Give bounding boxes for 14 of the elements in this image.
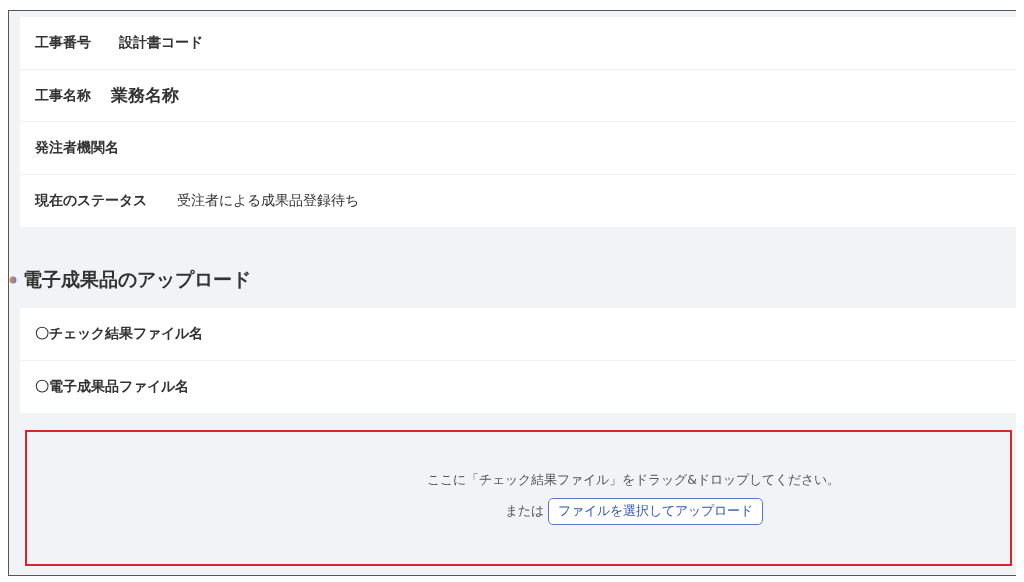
or-text: または bbox=[504, 502, 544, 520]
file-label: 〇チェック結果ファイル名 bbox=[35, 324, 203, 344]
field-value: 業務名称 bbox=[111, 83, 179, 107]
bullet-icon bbox=[9, 275, 17, 284]
section-heading: 電子成果品のアップロード bbox=[23, 267, 251, 293]
field-value: 設計書コード bbox=[119, 33, 203, 53]
file-label: 〇電子成果品ファイル名 bbox=[35, 377, 189, 397]
field-label: 工事番号 bbox=[35, 33, 91, 53]
drop-instruction: ここに「チェック結果ファイル」をドラッグ&ドロップしてください。 bbox=[427, 471, 840, 490]
field-label: 現在のステータス bbox=[35, 191, 147, 211]
field-label: 工事名称 bbox=[35, 85, 91, 105]
field-label: 発注者機関名 bbox=[35, 138, 119, 158]
upload-button[interactable]: ファイルを選択してアップロード bbox=[547, 498, 763, 525]
field-value: 受注者による成果品登録待ち bbox=[177, 191, 359, 211]
